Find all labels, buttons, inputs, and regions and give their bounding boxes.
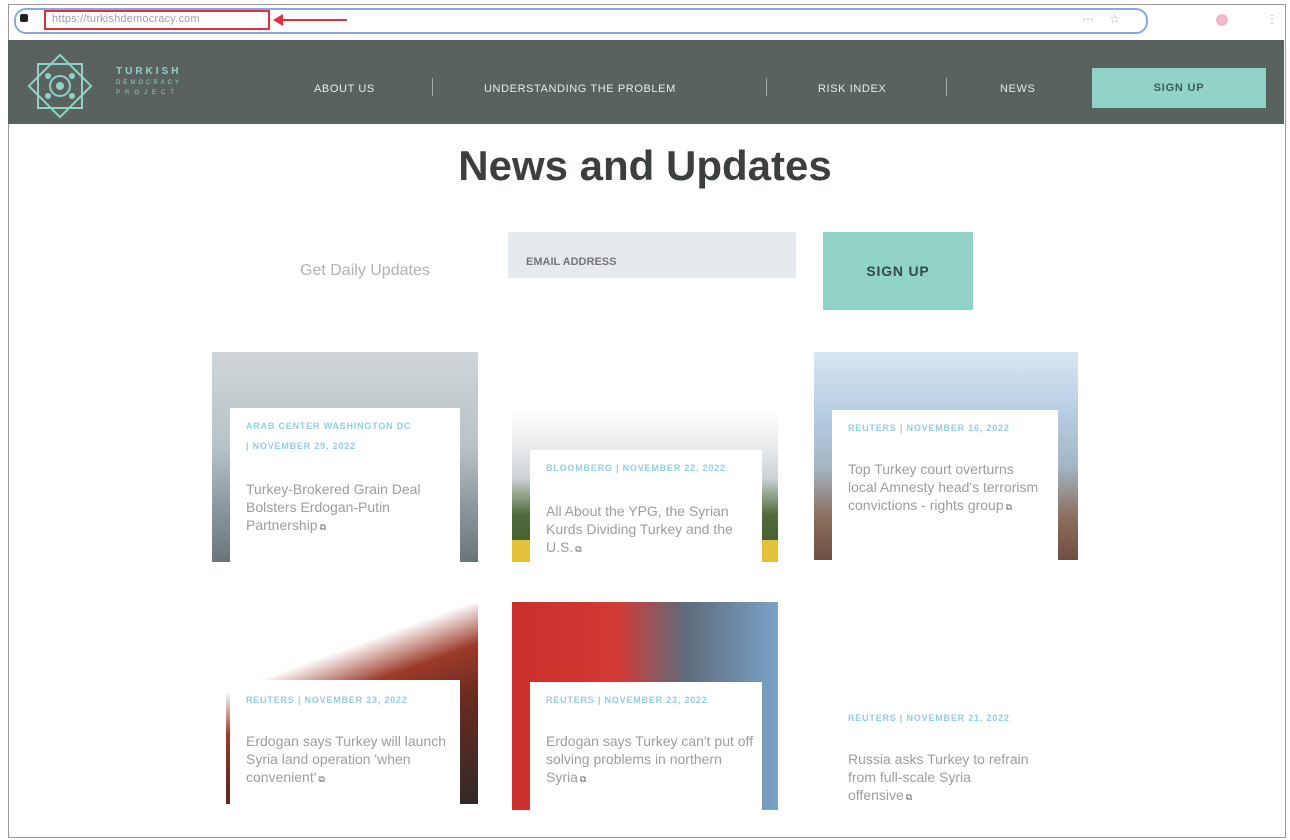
external-link-icon: ⧉ [319, 522, 327, 532]
menu-icon[interactable]: ⋮ [1266, 12, 1278, 26]
external-link-icon: ⧉ [579, 774, 587, 784]
news-card-title[interactable]: Turkey-Brokered Grain Deal Bolsters Erdo… [246, 480, 422, 536]
news-card-meta: BLOOMBERG | NOVEMBER 22, 2022 [546, 463, 726, 473]
nav-risk-index[interactable]: RISK INDEX [818, 83, 886, 95]
news-card-meta: REUTERS | NOVEMBER 23, 2022 [546, 695, 708, 705]
nav-divider [766, 78, 767, 96]
logo-icon[interactable] [20, 54, 100, 118]
logo-line-3: PROJECT [116, 90, 180, 96]
news-card-title[interactable]: Russia asks Turkey to refrain from full-… [848, 750, 1038, 806]
email-input[interactable] [508, 232, 796, 278]
logo-line-1: TURKISH [116, 66, 182, 77]
news-card-title[interactable]: All About the YPG, the Syrian Kurds Divi… [546, 502, 758, 558]
external-link-icon: ⧉ [905, 792, 913, 802]
news-card-meta: REUTERS | NOVEMBER 21, 2022 [848, 713, 1010, 723]
logo-line-2: DEMOCRACY [116, 80, 183, 86]
signup-button[interactable]: SIGN UP [823, 232, 973, 310]
external-link-icon: ⧉ [1005, 502, 1013, 512]
annotation-arrow-icon [273, 14, 283, 26]
external-link-icon: ⧉ [318, 774, 325, 784]
nav-divider [432, 78, 433, 96]
nav-signup-button[interactable]: SIGN UP [1092, 68, 1266, 108]
profile-icon[interactable] [1216, 14, 1228, 26]
nav-news[interactable]: NEWS [1000, 83, 1035, 95]
lock-icon [20, 14, 28, 22]
nav-about-us[interactable]: ABOUT US [314, 83, 375, 95]
url-text[interactable]: https://turkishdemocracy.com [52, 13, 200, 25]
news-card-title[interactable]: Erdogan says Turkey will launch Syria la… [246, 732, 446, 788]
nav-understanding-the-problem[interactable]: UNDERSTANDING THE PROBLEM [484, 83, 676, 95]
annotation-arrow-line [275, 19, 347, 21]
page-title: News and Updates [458, 142, 832, 189]
news-card-meta: REUTERS | NOVEMBER 23, 2022 [246, 695, 408, 705]
news-card-meta: ARAB CENTER WASHINGTON DC | NOVEMBER 29,… [246, 421, 412, 451]
bookmark-star-icon[interactable]: ⋯ ☆ [1082, 12, 1126, 26]
news-card-meta: REUTERS | NOVEMBER 16, 2022 [848, 423, 1010, 433]
news-card-title[interactable]: Erdogan says Turkey can't put off solvin… [546, 732, 758, 788]
external-link-icon: ⧉ [575, 544, 582, 554]
news-card-title[interactable]: Top Turkey court overturns local Amnesty… [848, 460, 1044, 516]
nav-divider [946, 78, 947, 96]
daily-updates-label: Get Daily Updates [300, 262, 430, 279]
